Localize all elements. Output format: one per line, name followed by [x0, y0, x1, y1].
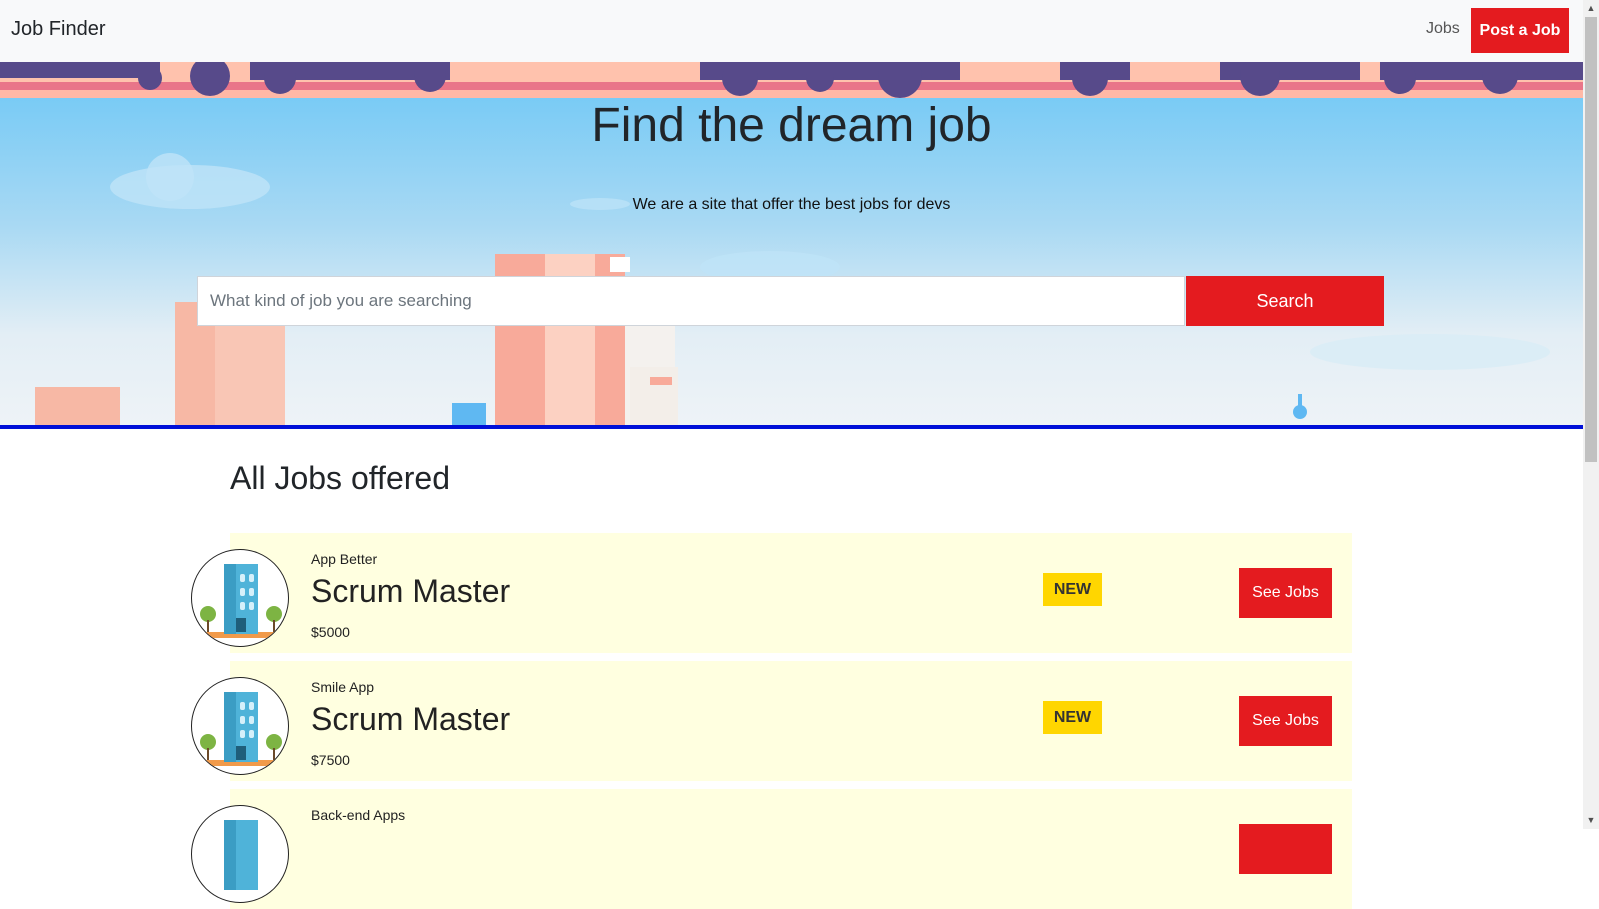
see-jobs-button[interactable]	[1239, 824, 1332, 874]
see-jobs-button[interactable]: See Jobs	[1239, 696, 1332, 746]
new-badge: NEW	[1043, 701, 1102, 734]
hero-subtitle: We are a site that offer the best jobs f…	[632, 196, 951, 213]
hero-divider	[0, 425, 1583, 429]
office-building-icon	[191, 549, 289, 647]
company-name: Smile App	[311, 679, 375, 695]
hero-banner: Find the dream job We are a site that of…	[0, 62, 1583, 426]
job-card: App Better Scrum Master $5000 NEW See Jo…	[191, 533, 1352, 653]
company-name: Back-end Apps	[311, 807, 406, 823]
vertical-scrollbar[interactable]: ▲ ▼	[1583, 0, 1599, 829]
job-salary: $5000	[311, 624, 350, 640]
company-name: App Better	[311, 551, 378, 567]
office-building-icon	[191, 677, 289, 775]
see-jobs-button[interactable]: See Jobs	[1239, 568, 1332, 618]
hero-title: Find the dream job	[591, 99, 992, 152]
scroll-down-arrow-icon[interactable]: ▼	[1586, 815, 1596, 825]
navbar: Job Finder Jobs Post a Job	[0, 0, 1583, 62]
office-building-icon	[191, 805, 289, 903]
scrollbar-thumb[interactable]	[1585, 17, 1597, 462]
search-button[interactable]: Search	[1186, 276, 1384, 326]
job-search-input[interactable]	[197, 276, 1185, 326]
post-a-job-button[interactable]: Post a Job	[1471, 8, 1569, 53]
nav-link-jobs[interactable]: Jobs	[1426, 20, 1460, 38]
section-title: All Jobs offered	[230, 460, 450, 496]
job-salary: $7500	[311, 752, 350, 768]
brand-logo-text[interactable]: Job Finder	[11, 18, 106, 41]
job-title: Scrum Master	[311, 701, 511, 737]
job-card: Smile App Scrum Master $7500 NEW See Job…	[191, 661, 1352, 781]
scroll-up-arrow-icon[interactable]: ▲	[1586, 3, 1596, 13]
job-title: Scrum Master	[311, 573, 511, 609]
job-card: Back-end Apps	[191, 789, 1352, 909]
new-badge: NEW	[1043, 573, 1102, 606]
